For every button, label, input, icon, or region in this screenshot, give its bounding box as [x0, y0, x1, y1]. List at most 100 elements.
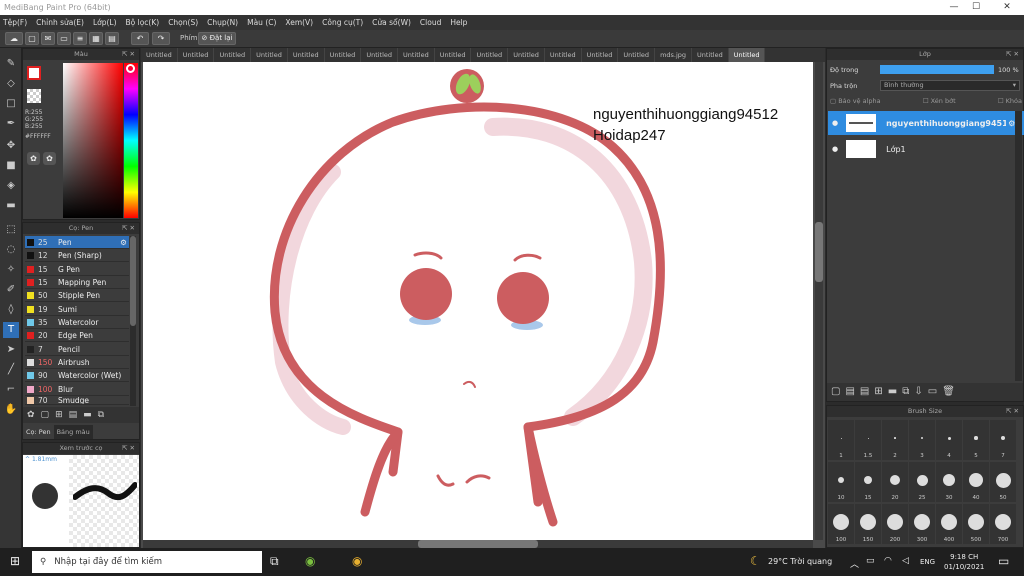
- fill-square-icon[interactable]: ■: [3, 158, 19, 174]
- palette-add-icon[interactable]: ✿: [43, 152, 56, 165]
- menu-color[interactable]: Màu (C): [247, 18, 276, 27]
- doc-tab[interactable]: Untitled: [435, 48, 472, 62]
- brush-size-option[interactable]: 200: [882, 504, 908, 544]
- brush-list-scrollbar[interactable]: [130, 236, 136, 406]
- brush-item[interactable]: 20 Edge Pen: [25, 329, 129, 342]
- doc-tab[interactable]: Untitled: [214, 48, 252, 62]
- brush-folder-icon[interactable]: ▬: [83, 410, 98, 420]
- chevron-up-icon[interactable]: ︿: [850, 557, 859, 570]
- brush-item[interactable]: 100 Blur: [25, 383, 129, 396]
- redo-icon[interactable]: ↷: [152, 32, 170, 45]
- brush-item[interactable]: 70 Smudge: [25, 396, 129, 405]
- maximize-button[interactable]: ☐: [962, 0, 990, 15]
- brush-item[interactable]: 19 Sumi: [25, 303, 129, 316]
- brush-add-icon[interactable]: ⊞: [55, 410, 69, 420]
- eyedropper-icon[interactable]: ⌐: [3, 382, 19, 398]
- opacity-slider[interactable]: [880, 65, 994, 74]
- brush-tool-icon[interactable]: ✎: [3, 56, 19, 72]
- taskbar-search[interactable]: ⚲ Nhập tại đây để tìm kiếm: [32, 551, 262, 573]
- lasso-tool-icon[interactable]: ◌: [3, 242, 19, 258]
- menu-edit[interactable]: Chỉnh sửa(E): [36, 18, 84, 27]
- doc-tab[interactable]: Untitled: [398, 48, 435, 62]
- notification-icon[interactable]: ▭: [998, 554, 1009, 568]
- operation-tool-icon[interactable]: ➤: [3, 342, 19, 358]
- brush-size-option[interactable]: 1.5: [855, 420, 881, 460]
- undo-icon[interactable]: ↶: [131, 32, 149, 45]
- doc-tab[interactable]: Untitled: [471, 48, 509, 62]
- brush-size-option[interactable]: 300: [909, 504, 935, 544]
- brush-size-option[interactable]: 10: [828, 462, 854, 502]
- brush-item[interactable]: 15 Mapping Pen: [25, 276, 129, 289]
- doc-tab[interactable]: Untitled: [288, 48, 325, 62]
- foreground-color[interactable]: [27, 66, 41, 80]
- menu-snap[interactable]: Chụp(N): [207, 18, 238, 27]
- expand-icon[interactable]: ⇱ ✕: [122, 49, 135, 60]
- doc-tab[interactable]: Untitled: [251, 48, 288, 62]
- magic-wand-icon[interactable]: ✧: [3, 262, 19, 278]
- menu-filter[interactable]: Bộ lọc(K): [126, 18, 160, 27]
- brush-size-option[interactable]: 150: [855, 504, 881, 544]
- layer-row[interactable]: ● nguyenthihuonggiang94512 ⚙: [828, 111, 1024, 135]
- brush-item[interactable]: 150 Airbrush: [25, 356, 129, 369]
- brush-size-option[interactable]: 15: [855, 462, 881, 502]
- clock[interactable]: 9:18 CH 01/10/2021: [944, 552, 984, 572]
- transparent-color[interactable]: [27, 89, 41, 103]
- hue-handle[interactable]: [126, 64, 135, 73]
- brush-item[interactable]: 15 G Pen: [25, 263, 129, 276]
- menu-tools[interactable]: Công cụ(T): [322, 18, 363, 27]
- menu-window[interactable]: Cửa sổ(W): [372, 18, 411, 27]
- doc-tab[interactable]: Untitled: [178, 48, 215, 62]
- folder-icon[interactable]: ▬: [888, 386, 902, 397]
- brush-size-option[interactable]: 700: [990, 504, 1016, 544]
- menu-cloud[interactable]: Cloud: [420, 18, 441, 27]
- new-doc-icon[interactable]: ▢: [25, 32, 39, 45]
- brush-size-option[interactable]: 50: [990, 462, 1016, 502]
- drawing-canvas[interactable]: nguyenthihuonggiang94512 Hoidap247: [143, 62, 813, 540]
- duplicate-icon[interactable]: ⧉: [902, 386, 914, 397]
- vertical-scrollbar[interactable]: [815, 62, 823, 540]
- grid-icon[interactable]: ▦: [89, 32, 103, 45]
- cloud-icon[interactable]: ☁: [5, 32, 23, 45]
- chrome-app-icon[interactable]: ◉: [352, 554, 362, 568]
- pen-tool-icon[interactable]: ✒: [3, 116, 19, 132]
- lock-checkbox[interactable]: ☐ Khóa: [998, 97, 1022, 107]
- brush-size-option[interactable]: 7: [990, 420, 1016, 460]
- brush-size-option[interactable]: 30: [936, 462, 962, 502]
- menu-help[interactable]: Help: [450, 18, 467, 27]
- close-button[interactable]: ✕: [993, 0, 1021, 15]
- alpha-protect-checkbox[interactable]: ▢ Bảo vệ alpha: [830, 97, 881, 107]
- brush-item[interactable]: 90 Watercolor (Wet): [25, 369, 129, 382]
- brush-settings-icon[interactable]: ✿: [27, 410, 41, 420]
- eraser-tool-icon[interactable]: ◇: [3, 76, 19, 92]
- expand-icon[interactable]: ⇱ ✕: [122, 443, 135, 454]
- wifi-icon[interactable]: ◠: [884, 556, 892, 566]
- tab-brush[interactable]: Cọ: Pen: [23, 425, 54, 439]
- brush-item[interactable]: 12 Pen (Sharp): [25, 249, 129, 262]
- doc-tab[interactable]: Untitled: [508, 48, 545, 62]
- brush-size-option[interactable]: 4: [936, 420, 962, 460]
- network-icon[interactable]: ▭: [866, 556, 875, 566]
- new-layer-icon[interactable]: ▢: [831, 386, 845, 397]
- text-tool-icon[interactable]: T: [3, 322, 19, 338]
- trash-icon[interactable]: 🗑: [942, 386, 960, 397]
- clipping-checkbox[interactable]: ☐ Xén bớt: [923, 97, 956, 107]
- divide-tool-icon[interactable]: ╱: [3, 362, 19, 378]
- menu-layer[interactable]: Lớp(L): [93, 18, 117, 27]
- reset-button[interactable]: ⊘ Đặt lại: [198, 32, 236, 45]
- brush-item[interactable]: 25 Pen ⚙: [25, 236, 129, 249]
- doc-tab[interactable]: Untitled: [325, 48, 362, 62]
- brush-item[interactable]: 35 Watercolor: [25, 316, 129, 329]
- speaker-icon[interactable]: ◁: [902, 556, 909, 566]
- new-halftone-layer-icon[interactable]: ▤: [845, 386, 859, 397]
- brush-item[interactable]: 50 Stipple Pen: [25, 289, 129, 302]
- brush-size-option[interactable]: 5: [963, 420, 989, 460]
- layer-scrollbar[interactable]: [1015, 111, 1022, 381]
- brush-size-option[interactable]: 100: [828, 504, 854, 544]
- tab-palette[interactable]: Bảng màu: [53, 425, 93, 439]
- brush-new-icon[interactable]: ▢: [41, 410, 56, 420]
- expand-icon[interactable]: ⇱ ✕: [1006, 49, 1019, 60]
- brush-doc-icon[interactable]: ▤: [69, 410, 84, 420]
- dot-tool-icon[interactable]: □: [3, 96, 19, 112]
- select-eraser-icon[interactable]: ◊: [3, 302, 19, 318]
- language-indicator[interactable]: ENG: [920, 558, 935, 566]
